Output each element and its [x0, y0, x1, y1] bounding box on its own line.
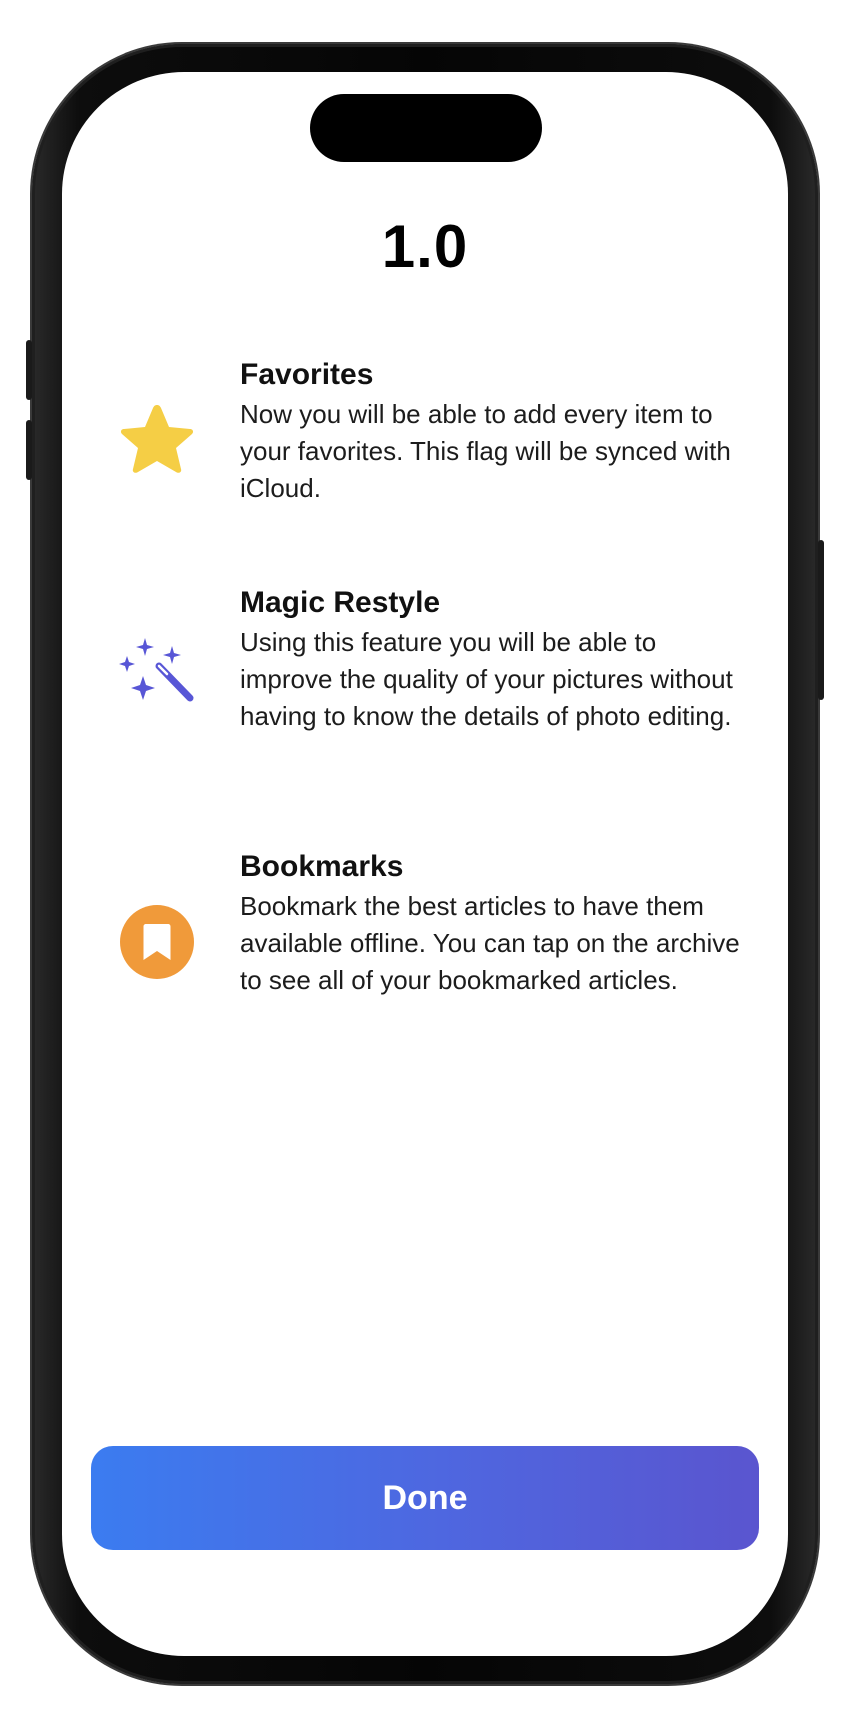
- feature-magic-restyle: Magic Restyle Using this feature you wil…: [62, 586, 788, 776]
- magic-wand-icon: [117, 634, 197, 714]
- power-button: [818, 540, 824, 700]
- device-stage: 1.0 Favorites Now you will be able to ad…: [0, 0, 846, 1714]
- feature-bookmarks: Bookmarks Bookmark the best articles to …: [62, 850, 788, 1040]
- feature-title: Magic Restyle: [240, 586, 441, 619]
- app-screen: 1.0 Favorites Now you will be able to ad…: [62, 72, 788, 1656]
- volume-up-button: [26, 340, 32, 400]
- star-icon: [117, 400, 197, 480]
- bookmark-icon: [117, 902, 197, 982]
- done-button[interactable]: Done: [91, 1446, 759, 1550]
- feature-favorites: Favorites Now you will be able to add ev…: [62, 358, 788, 508]
- volume-down-button: [26, 420, 32, 480]
- feature-description: Using this feature you will be able to i…: [240, 627, 733, 731]
- feature-title: Favorites: [240, 358, 374, 391]
- version-title: 1.0: [381, 213, 469, 280]
- feature-title: Bookmarks: [240, 850, 404, 883]
- feature-description: Now you will be able to add every item t…: [240, 399, 731, 503]
- feature-description: Bookmark the best articles to have them …: [240, 891, 740, 995]
- dynamic-island: [310, 94, 542, 162]
